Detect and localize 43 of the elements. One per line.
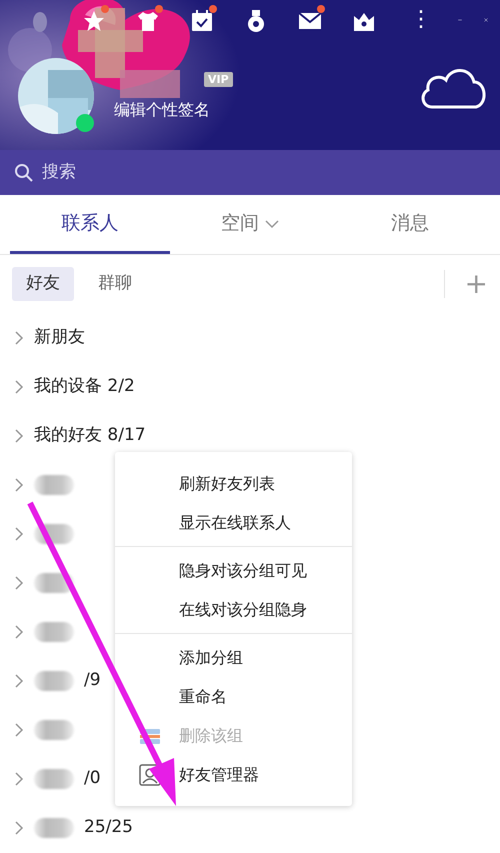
subtab[interactable]: 群聊 xyxy=(84,267,146,301)
chevron-right-icon[interactable] xyxy=(14,574,24,590)
chevron-right-icon[interactable] xyxy=(14,428,24,444)
chevron-right-icon[interactable] xyxy=(14,770,24,786)
group-label[interactable]: 我的设备 2/2 xyxy=(34,374,135,400)
chevron-right-icon[interactable] xyxy=(14,526,24,542)
redacted-name xyxy=(34,622,74,642)
tab[interactable]: 空间 xyxy=(170,195,330,254)
search-icon xyxy=(14,162,34,182)
group-label[interactable]: 我的好友 8/17 xyxy=(34,422,146,448)
group-label[interactable]: 新朋友 xyxy=(34,324,85,350)
tab[interactable]: 消息 xyxy=(330,195,490,254)
menu-item: 删除该组 xyxy=(115,716,352,755)
subtab[interactable]: 好友 xyxy=(12,267,74,301)
more-button[interactable]: ⋮ xyxy=(406,9,436,31)
vip-badge: VIP xyxy=(204,72,233,87)
chevron-right-icon[interactable] xyxy=(14,476,24,492)
group-label[interactable]: /0 xyxy=(84,766,101,792)
menu-item[interactable]: 显示在线联系人 xyxy=(115,503,352,542)
tab[interactable]: 联系人 xyxy=(10,195,170,254)
search-field[interactable]: 搜索 xyxy=(0,150,500,195)
chevron-right-icon[interactable] xyxy=(14,378,24,394)
chevron-right-icon[interactable] xyxy=(14,330,24,346)
chevron-right-icon[interactable] xyxy=(14,624,24,640)
calendar-check-icon[interactable] xyxy=(190,8,214,33)
group-label[interactable]: 25/25 xyxy=(84,814,133,840)
search-input[interactable]: 搜索 xyxy=(42,160,342,186)
redacted-name xyxy=(34,670,74,690)
menu-item[interactable]: 隐身对该分组可见 xyxy=(115,551,352,590)
chevron-right-icon[interactable] xyxy=(14,722,24,738)
chevron-right-icon[interactable] xyxy=(14,672,24,688)
menu-item[interactable]: 添加分组 xyxy=(115,638,352,677)
signature-text[interactable]: 编辑个性签名 xyxy=(114,100,210,120)
star-icon[interactable] xyxy=(82,8,106,33)
redacted-name xyxy=(34,720,74,740)
menu-item[interactable]: 在线对该分组隐身 xyxy=(115,590,352,629)
group-label[interactable]: /9 xyxy=(84,668,101,694)
menu-item[interactable]: 重命名 xyxy=(115,677,352,716)
redacted-name xyxy=(34,818,74,838)
redacted-name xyxy=(34,768,74,788)
chevron-right-icon[interactable] xyxy=(14,820,24,836)
redacted-name xyxy=(34,474,74,494)
menu-item[interactable]: 刷新好友列表 xyxy=(115,464,352,503)
